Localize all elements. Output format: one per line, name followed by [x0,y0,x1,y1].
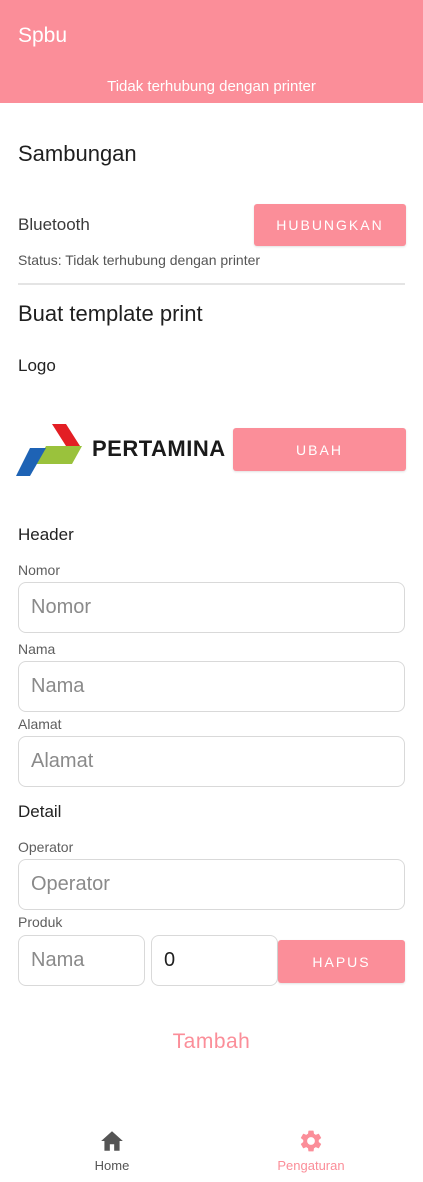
nav-settings-label: Pengaturan [277,1158,345,1173]
logo-label: Logo [18,356,56,375]
produk-quantity-input[interactable] [151,935,278,986]
nomor-input[interactable] [18,582,405,633]
nav-home-label: Home [94,1158,130,1173]
template-section-title: Buat template print [18,301,203,326]
pertamina-logo-mark [16,424,82,476]
connect-button[interactable]: HUBUNGKAN [254,204,406,246]
pertamina-logo: PERTAMINA [16,424,226,476]
nav-home[interactable]: Home [42,1128,182,1173]
connection-section-title: Sambungan [18,141,137,166]
detail-title: Detail [18,802,62,821]
produk-nama-input[interactable] [18,935,145,986]
change-logo-button[interactable]: UBAH [233,428,406,471]
alamat-input[interactable] [18,736,405,787]
section-divider [18,283,405,285]
app-bar: Spbu Tidak terhubung dengan printer [0,0,423,103]
header-title: Header [18,525,74,544]
nama-input[interactable] [18,661,405,712]
printer-status-banner: Tidak terhubung dengan printer [107,78,316,95]
delete-product-button[interactable]: HAPUS [278,940,405,983]
operator-label: Operator [18,839,74,855]
logo-wordmark: PERTAMINA [92,436,226,461]
add-product-button[interactable]: Tambah [0,1030,423,1054]
connection-status-text: Status: Tidak terhubung dengan printer [18,252,261,268]
gear-icon [300,1130,322,1152]
app-title: Spbu [18,24,68,47]
produk-label: Produk [18,914,63,930]
alamat-label: Alamat [18,716,62,732]
bluetooth-label: Bluetooth [18,215,90,234]
nomor-label: Nomor [18,562,61,578]
nama-label: Nama [18,641,56,657]
operator-input[interactable] [18,859,405,910]
home-icon [101,1131,123,1151]
nav-settings[interactable]: Pengaturan [241,1128,381,1173]
